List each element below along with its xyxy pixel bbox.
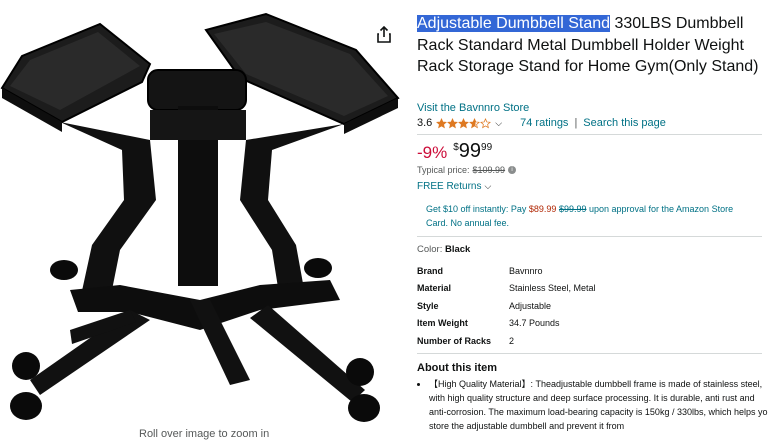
star-icon: [447, 117, 459, 129]
zoom-hint: Roll over image to zoom in: [139, 428, 270, 440]
ratings-count-link[interactable]: 74 ratings: [520, 117, 568, 129]
chevron-down-icon[interactable]: ⌵: [495, 118, 502, 129]
promo-old-price: $99.99: [558, 204, 587, 214]
typical-price-label: Typical price:: [417, 165, 470, 175]
price-fraction: 99: [481, 142, 493, 153]
spec-key: Style: [417, 300, 439, 311]
spec-value: 34.7 Pounds: [509, 318, 560, 329]
about-heading: About this item: [417, 362, 498, 374]
spec-key: Brand: [417, 265, 444, 276]
star-icon: [480, 117, 492, 129]
spec-value: Stainless Steel, Metal: [509, 283, 596, 294]
star-icon: [469, 117, 481, 129]
table-row: Style Adjustable: [417, 297, 762, 315]
color-value: Black: [444, 244, 471, 255]
product-image-pane[interactable]: Roll over image to zoom in: [0, 0, 400, 440]
promo-price: $89.99: [528, 204, 557, 214]
color-label: Color:: [417, 244, 445, 255]
divider: [417, 134, 762, 135]
typical-price: Typical price: $109.99 i: [417, 165, 517, 175]
price-whole: 99: [458, 140, 482, 162]
product-title: Adjustable Dumbbell Stand 330LBS Dumbbel…: [417, 13, 762, 78]
about-list: 【High Quality Material】: Theadjustable d…: [417, 377, 768, 433]
spec-key: Material: [417, 283, 452, 294]
star-icon: [436, 117, 448, 129]
spec-value: Adjustable: [509, 300, 552, 311]
spec-value: Bavnnro: [509, 265, 543, 276]
rating-value: 3.6: [417, 117, 433, 129]
divider: [417, 353, 762, 354]
separator: |: [574, 117, 578, 129]
divider: [417, 236, 762, 237]
free-returns-label: FREE Returns: [417, 181, 482, 192]
info-icon[interactable]: i: [508, 166, 517, 174]
rating-row: 3.6 ⌵ 74 ratings | Search this page: [417, 116, 666, 130]
price-block: -9% $ 99 99: [417, 139, 492, 165]
store-link[interactable]: Visit the Bavnnro Store: [417, 102, 529, 114]
free-returns-link[interactable]: FREE Returns ⌵: [417, 181, 491, 192]
typical-price-value: $109.99: [472, 165, 506, 175]
table-row: Item Weight 34.7 Pounds: [417, 315, 762, 333]
card-promo[interactable]: Get $10 off instantly: Pay $89.99 $99.99…: [426, 203, 756, 230]
table-row: Material Stainless Steel, Metal: [417, 280, 762, 298]
share-icon[interactable]: [376, 26, 392, 44]
title-selected-text[interactable]: Adjustable Dumbbell Stand: [417, 15, 611, 32]
table-row: Number of Racks 2: [417, 332, 762, 350]
promo-text: Get $10 off instantly: Pay: [426, 204, 529, 214]
specs-table: Brand Bavnnro Material Stainless Steel, Me…: [417, 262, 762, 350]
search-page-link[interactable]: Search this page: [583, 117, 666, 129]
star-rating[interactable]: [436, 117, 492, 129]
table-row: Brand Bavnnro: [417, 262, 762, 280]
spec-key: Number of Racks: [417, 335, 492, 346]
product-image[interactable]: [0, 0, 400, 436]
discount-percent: -9%: [417, 143, 448, 162]
spec-value: 2: [509, 335, 515, 346]
chevron-down-icon: ⌵: [484, 181, 492, 191]
color-selection: Color: Black: [417, 244, 470, 255]
star-icon: [458, 117, 470, 129]
spec-key: Item Weight: [417, 318, 468, 329]
list-item: 【High Quality Material】: Theadjustable d…: [429, 377, 768, 433]
